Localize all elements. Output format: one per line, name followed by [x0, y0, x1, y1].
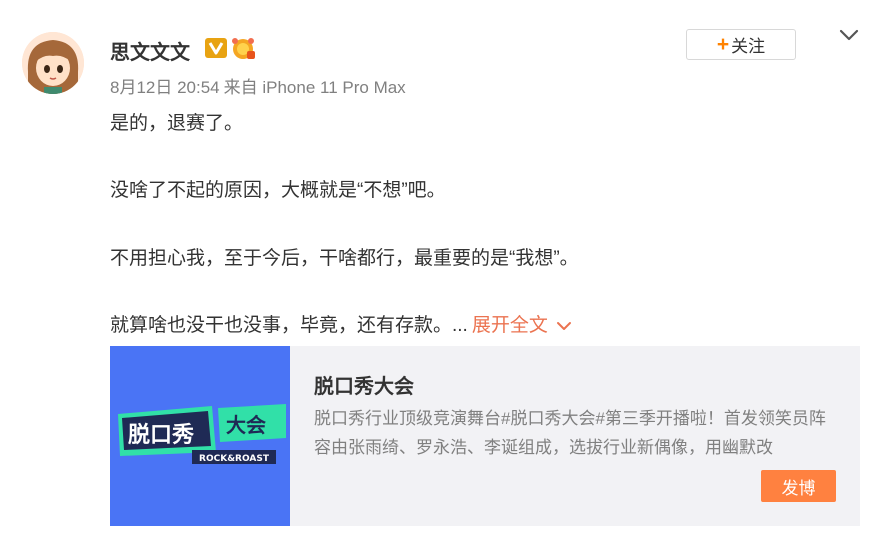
plus-icon: +: [716, 33, 730, 56]
post-paragraph-last: 就算啥也没干也没事，毕竟，还有存款。... 展开全文: [110, 310, 572, 337]
gold-medal-badge-icon: [232, 38, 255, 59]
user-name[interactable]: 思文文文: [110, 36, 190, 65]
topic-card-title[interactable]: 脱口秀大会: [314, 370, 414, 399]
post-meta: 8月12日 20:54 来自 iPhone 11 Pro Max: [110, 73, 406, 98]
post-timestamp[interactable]: 8月12日 20:54: [110, 78, 220, 97]
expand-full-text-link[interactable]: 展开全文: [472, 315, 548, 336]
expand-chevron-down-icon[interactable]: [556, 320, 572, 332]
user-avatar[interactable]: [22, 32, 84, 94]
cartoon-girl-avatar-icon: [22, 32, 84, 94]
post-paragraph: 没啥了不起的原因，大概就是“不想”吧。: [110, 180, 446, 201]
post-paragraph: 是的，退赛了。: [110, 113, 244, 134]
rock-roast-logo-icon: 脱口秀 大会 ROCK&ROAST: [110, 346, 290, 526]
follow-button-label: 关注: [731, 37, 766, 56]
topic-card[interactable]: 脱口秀 大会 ROCK&ROAST 脱口秀大会 脱口秀行业顶级竞演舞台#脱口秀大…: [110, 346, 860, 526]
follow-button[interactable]: + 关注: [686, 29, 796, 60]
logo-text-secondary: 大会: [226, 413, 266, 437]
logo-text-main: 脱口秀: [128, 423, 194, 448]
post-paragraph: 不用担心我，至于今后，干啥都行，最重要的是“我想”。: [110, 248, 579, 269]
chevron-down-icon[interactable]: [838, 27, 860, 43]
logo-subtitle: ROCK&ROAST: [199, 454, 270, 464]
topic-card-description: 脱口秀行业顶级竞演舞台#脱口秀大会#第三季开播啦！首发领笑员阵容由张雨绮、罗永浩…: [314, 409, 826, 457]
v-verified-badge-icon: [205, 38, 227, 58]
post-topic-button[interactable]: 发博: [761, 470, 836, 502]
topic-card-thumbnail: 脱口秀 大会 ROCK&ROAST: [110, 346, 290, 526]
post-paragraph: 就算啥也没干也没事，毕竟，还有存款。...: [110, 315, 468, 336]
post-source: 来自 iPhone 11 Pro Max: [223, 78, 406, 97]
